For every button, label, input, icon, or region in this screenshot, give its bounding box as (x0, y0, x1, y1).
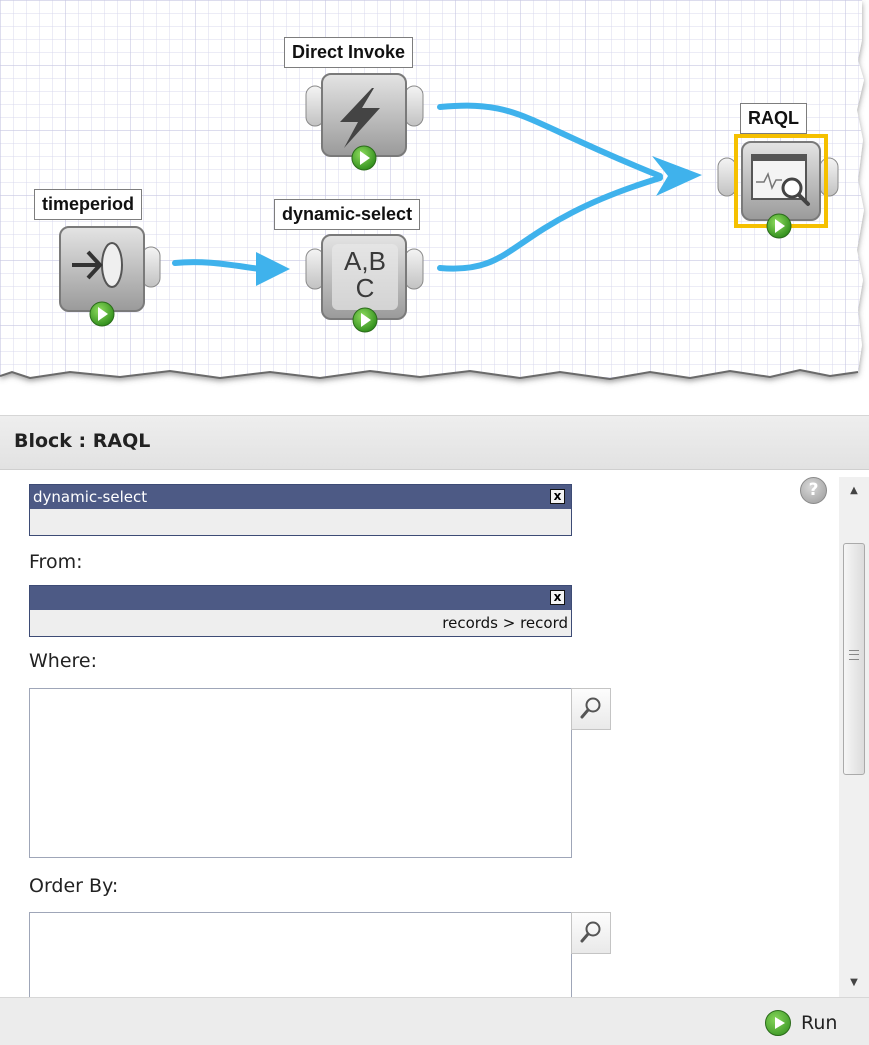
select-mapping-header: dynamic-select x (30, 485, 571, 509)
search-icon (580, 697, 601, 719)
scrollbar-thumb[interactable] (843, 543, 865, 775)
run-button-label: Run (801, 1012, 838, 1034)
order-by-label: Order By: (29, 875, 119, 897)
remove-select-mapping-button[interactable]: x (550, 489, 565, 504)
run-badge-timeperiod[interactable] (89, 301, 115, 327)
magnifier-chart-icon (751, 154, 810, 206)
run-badge-dynamic-select[interactable] (352, 307, 378, 333)
vertical-scrollbar[interactable]: ▲ ▼ (839, 477, 869, 997)
abc-select-icon: A,B C (332, 244, 398, 310)
node-label-direct-invoke: Direct Invoke (284, 37, 414, 68)
panel-title: Block : RAQL (14, 430, 151, 452)
select-mapping-box[interactable]: dynamic-select x (29, 484, 572, 536)
search-icon (580, 921, 601, 943)
workflow-canvas[interactable]: A,B C Direct Invoke timeperiod dynamic-s… (0, 0, 869, 405)
scrollbar-grip-icon (849, 650, 859, 660)
panel-footer: Run (0, 997, 869, 1045)
run-badge-direct-invoke[interactable] (351, 145, 377, 171)
svg-text:A,B: A,B (344, 246, 386, 276)
run-icon (765, 1010, 791, 1036)
where-textarea[interactable] (29, 688, 572, 858)
from-mapping-box[interactable]: x records > record (29, 585, 572, 637)
remove-from-mapping-button[interactable]: x (550, 590, 565, 605)
node-label-raql: RAQL (740, 103, 807, 134)
panel-header: Block : RAQL (0, 415, 869, 470)
select-mapping-name: dynamic-select (33, 488, 148, 506)
svg-text:C: C (356, 273, 375, 303)
where-label: Where: (29, 650, 98, 672)
from-label: From: (29, 551, 83, 573)
node-label-timeperiod: timeperiod (34, 189, 143, 220)
scroll-up-arrow-icon[interactable]: ▲ (839, 477, 869, 505)
order-by-textarea[interactable] (29, 912, 572, 998)
help-icon[interactable]: ? (800, 477, 827, 504)
node-label-dynamic-select: dynamic-select (274, 199, 421, 230)
run-badge-raql[interactable] (766, 213, 792, 239)
order-by-search-button[interactable] (571, 912, 611, 954)
from-mapping-header: x (30, 586, 571, 610)
where-search-button[interactable] (571, 688, 611, 730)
from-mapping-path: records > record (442, 614, 568, 632)
scroll-down-arrow-icon[interactable]: ▼ (839, 969, 869, 997)
block-properties-panel: Block : RAQL dynamic-select x From: x re… (0, 415, 869, 1045)
